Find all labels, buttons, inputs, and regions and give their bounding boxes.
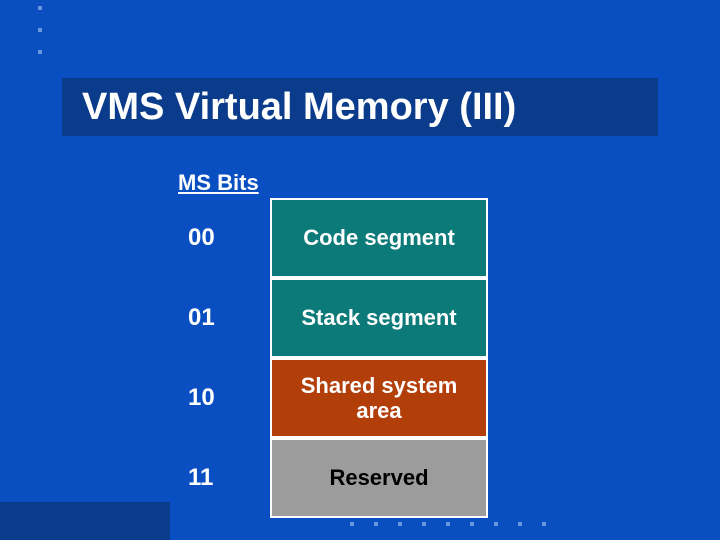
segment-cell-stack: Stack segment — [270, 278, 488, 358]
memory-diagram: MS Bits 00 Code segment 01 Stack segment… — [178, 170, 488, 518]
memory-row: 01 Stack segment — [178, 278, 488, 358]
slide-title: VMS Virtual Memory (III) — [82, 86, 516, 129]
segment-cell-shared: Shared system area — [270, 358, 488, 438]
memory-row: 11 Reserved — [178, 438, 488, 518]
segment-cell-reserved: Reserved — [270, 438, 488, 518]
memory-row: 10 Shared system area — [178, 358, 488, 438]
decorative-dots-top — [38, 6, 42, 72]
footer-accent-bar — [0, 502, 170, 540]
bits-label: 11 — [178, 464, 270, 492]
bits-label: 00 — [178, 224, 270, 252]
msbits-header: MS Bits — [178, 170, 488, 196]
decorative-dots-bottom — [350, 522, 546, 526]
title-bar: VMS Virtual Memory (III) — [62, 78, 658, 136]
bits-label: 01 — [178, 304, 270, 332]
segment-cell-code: Code segment — [270, 198, 488, 278]
memory-row: 00 Code segment — [178, 198, 488, 278]
bits-label: 10 — [178, 384, 270, 412]
